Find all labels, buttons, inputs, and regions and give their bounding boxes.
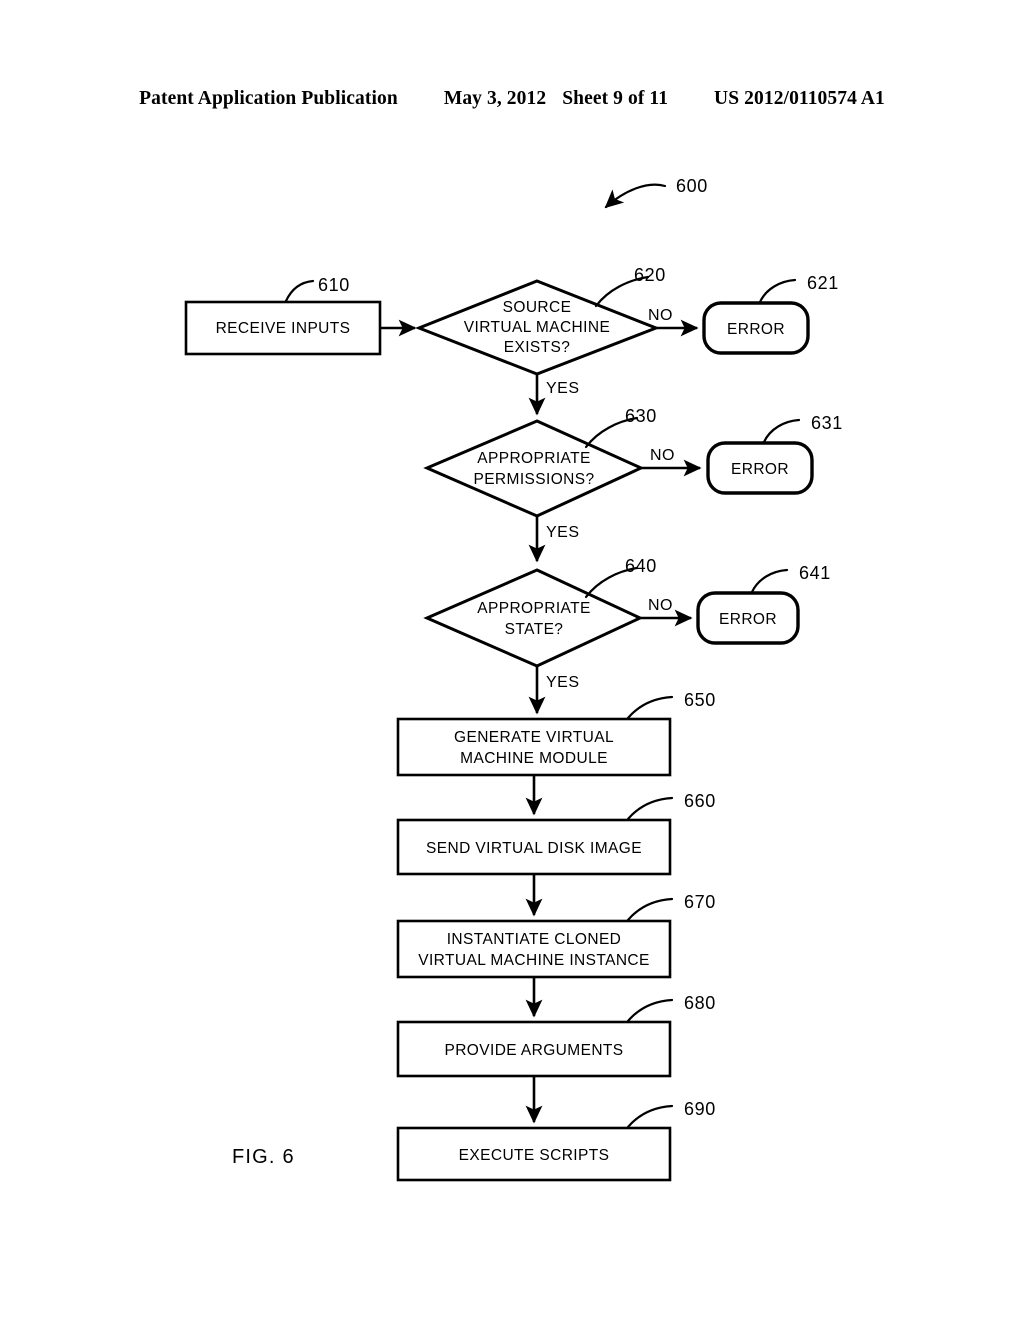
node-label-source-vm-line3: EXISTS? xyxy=(504,339,571,356)
branch-label-yes-630: YES xyxy=(546,524,580,541)
branch-label-no-630: NO xyxy=(650,447,675,464)
ref-number-660: 660 xyxy=(684,791,716,811)
ref-number-631: 631 xyxy=(811,413,843,433)
node-label-generate-line2: MACHINE MODULE xyxy=(460,750,608,767)
leader-621: 621 xyxy=(758,273,839,304)
node-label-error-631: ERROR xyxy=(731,461,789,478)
figure-caption: FIG. 6 xyxy=(232,1146,295,1168)
node-label-instantiate-line1: INSTANTIATE CLONED xyxy=(447,931,622,948)
node-error-631: ERROR xyxy=(706,441,814,495)
node-execute-scripts: EXECUTE SCRIPTS xyxy=(396,1126,672,1182)
node-appropriate-state: APPROPRIATE STATE? xyxy=(423,568,644,668)
ref-number-621: 621 xyxy=(807,273,839,293)
leader-660: 660 xyxy=(626,791,716,821)
node-appropriate-permissions: APPROPRIATE PERMISSIONS? xyxy=(423,419,645,518)
node-instantiate-clone: INSTANTIATE CLONED VIRTUAL MACHINE INSTA… xyxy=(396,919,672,979)
ref-number-690: 690 xyxy=(684,1099,716,1119)
node-label-error-641: ERROR xyxy=(719,611,777,628)
node-label-state-line2: STATE? xyxy=(505,621,564,638)
node-generate-vm-module: GENERATE VIRTUAL MACHINE MODULE xyxy=(396,717,672,777)
branch-label-yes-620: YES xyxy=(546,380,580,397)
leader-650: 650 xyxy=(626,690,716,720)
node-source-vm-exists: SOURCE VIRTUAL MACHINE EXISTS? xyxy=(414,279,661,376)
node-label-state-line1: APPROPRIATE xyxy=(477,600,591,617)
node-label-provide-arguments: PROVIDE ARGUMENTS xyxy=(444,1042,623,1059)
patent-figure-page: Patent Application Publication May 3, 20… xyxy=(0,0,1024,1320)
branch-label-no-620: NO xyxy=(648,307,673,324)
node-label-generate-line1: GENERATE VIRTUAL xyxy=(454,729,614,746)
node-receive-inputs: RECEIVE INPUTS xyxy=(184,300,382,356)
leader-630: 630 xyxy=(584,406,657,449)
leader-620: 620 xyxy=(594,265,666,308)
leader-631: 631 xyxy=(762,413,843,444)
ref-number-641: 641 xyxy=(799,563,831,583)
ref-number-600: 600 xyxy=(676,176,708,196)
leader-610: 610 xyxy=(284,275,350,303)
leader-641: 641 xyxy=(750,563,831,594)
ref-number-640: 640 xyxy=(625,556,657,576)
node-label-instantiate-line2: VIRTUAL MACHINE INSTANCE xyxy=(418,952,650,969)
node-error-641: ERROR xyxy=(696,591,800,645)
leader-670: 670 xyxy=(626,892,716,922)
node-label-send-disk-image: SEND VIRTUAL DISK IMAGE xyxy=(426,840,642,857)
flowchart-figure-6: 600 RECEIVE INPUTS 610 SOURCE VIRTUAL MA… xyxy=(184,176,843,1182)
leader-690: 690 xyxy=(626,1099,716,1129)
leader-680: 680 xyxy=(626,993,716,1023)
node-label-permissions-line1: APPROPRIATE xyxy=(477,450,591,467)
ref-number-650: 650 xyxy=(684,690,716,710)
node-label-execute-scripts: EXECUTE SCRIPTS xyxy=(459,1147,610,1164)
node-error-621: ERROR xyxy=(702,301,810,355)
node-label-receive-inputs: RECEIVE INPUTS xyxy=(216,320,351,337)
ref-number-630: 630 xyxy=(625,406,657,426)
node-label-source-vm-line1: SOURCE xyxy=(503,299,572,316)
branch-label-yes-640: YES xyxy=(546,674,580,691)
branch-label-no-640: NO xyxy=(648,597,673,614)
ref-number-680: 680 xyxy=(684,993,716,1013)
node-label-error-621: ERROR xyxy=(727,321,785,338)
leader-640: 640 xyxy=(584,556,657,599)
node-provide-arguments: PROVIDE ARGUMENTS xyxy=(396,1020,672,1078)
ref-number-620: 620 xyxy=(634,265,666,285)
ref-number-610: 610 xyxy=(318,275,350,295)
ref-number-670: 670 xyxy=(684,892,716,912)
node-send-disk-image: SEND VIRTUAL DISK IMAGE xyxy=(396,818,672,876)
diagram-ref-600: 600 xyxy=(604,176,708,209)
node-label-source-vm-line2: VIRTUAL MACHINE xyxy=(464,319,610,336)
node-label-permissions-line2: PERMISSIONS? xyxy=(473,471,594,488)
